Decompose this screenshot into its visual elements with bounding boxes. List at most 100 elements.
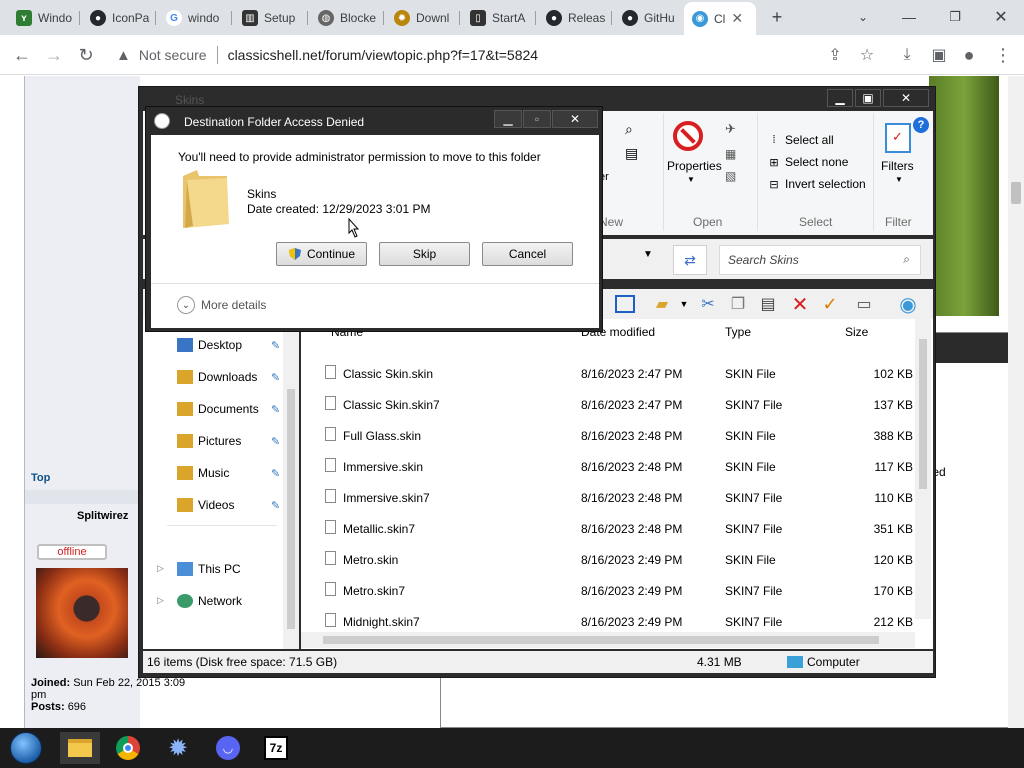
select-all-button[interactable]: ⁞ Select all xyxy=(767,133,833,147)
download-icon[interactable]: ⤓ xyxy=(896,44,918,66)
browser-tab[interactable]: G windo xyxy=(158,4,232,32)
file-row[interactable]: Immersive.skin 8/16/2023 2:48 PM SKIN Fi… xyxy=(301,452,913,483)
new-tab-button[interactable]: + xyxy=(766,6,788,28)
pin-icon: ✎ xyxy=(271,340,281,352)
file-row[interactable]: Classic Skin.skin7 8/16/2023 2:47 PM SKI… xyxy=(301,390,913,421)
column-type[interactable]: Type xyxy=(725,325,751,339)
nav-scrollbar[interactable] xyxy=(283,319,299,649)
nav-item-downloads[interactable]: Downloads xyxy=(177,367,257,387)
help-icon[interactable]: ? xyxy=(913,117,929,133)
browser-tab[interactable]: ◍ Blocke xyxy=(310,4,384,32)
file-icon xyxy=(325,520,336,534)
more-details-toggle[interactable]: ⌄ More details xyxy=(177,296,266,314)
browser-tab-active[interactable]: ◉ Cl ✕ xyxy=(684,2,756,35)
skip-button[interactable]: Skip xyxy=(379,242,470,266)
browser-tab[interactable]: ▯ StartA xyxy=(462,4,536,32)
explorer-minimize-button[interactable]: ▁ xyxy=(827,89,853,107)
history-icon[interactable]: ▧ xyxy=(725,169,736,183)
file-list-horizontal-scrollbar[interactable] xyxy=(301,632,915,648)
open-icon[interactable]: ✈ xyxy=(725,121,736,137)
continue-button[interactable]: Continue xyxy=(276,242,367,266)
file-row[interactable]: Full Glass.skin 8/16/2023 2:48 PM SKIN F… xyxy=(301,421,913,452)
nav-item-this-pc[interactable]: This PC xyxy=(177,559,241,579)
paste-icon[interactable]: ▤ xyxy=(757,293,779,315)
page-scrollbar[interactable] xyxy=(1008,76,1024,728)
poster-name[interactable]: Splitwirez xyxy=(77,510,128,522)
address-dropdown-icon[interactable]: ▼ xyxy=(643,249,653,260)
refresh-icon[interactable]: ⇄ xyxy=(673,245,707,275)
tab-search-chevron-icon[interactable]: ⌄ xyxy=(852,6,874,28)
select-none-button[interactable]: ⊞ Select none xyxy=(767,155,848,169)
start-orb-icon[interactable] xyxy=(6,732,46,764)
file-list-vertical-scrollbar[interactable] xyxy=(915,319,931,619)
view-pane-icon[interactable] xyxy=(615,295,635,313)
location-label: Computer xyxy=(807,655,860,669)
forward-arrow-icon[interactable]: → xyxy=(42,43,66,67)
explorer-close-button[interactable]: ✕ xyxy=(883,89,929,107)
file-explorer-taskbar-icon[interactable] xyxy=(60,732,100,764)
copy-icon[interactable]: ❐ xyxy=(727,293,749,315)
back-arrow-icon[interactable]: ← xyxy=(10,43,34,67)
nav-item-network[interactable]: Network xyxy=(177,591,242,611)
top-link[interactable]: Top xyxy=(31,472,50,484)
file-row[interactable]: Metro.skin 8/16/2023 2:49 PM SKIN File 1… xyxy=(301,545,913,576)
7zip-taskbar-icon[interactable]: 7z xyxy=(256,732,296,764)
menu-kebab-icon[interactable]: ⋮ xyxy=(992,44,1014,66)
nav-item-music[interactable]: Music xyxy=(177,463,229,483)
invert-selection-button[interactable]: ⊟ Invert selection xyxy=(767,177,865,191)
explorer-maximize-button[interactable]: ▣ xyxy=(855,89,881,107)
side-panel-icon[interactable]: ▣ xyxy=(928,44,950,66)
dialog-minimize-button[interactable]: ▁ xyxy=(494,110,522,128)
bookmark-star-icon[interactable]: ☆ xyxy=(856,44,878,66)
file-row[interactable]: Metro.skin7 8/16/2023 2:49 PM SKIN7 File… xyxy=(301,576,913,607)
column-size[interactable]: Size xyxy=(845,325,868,339)
filters-button[interactable]: Filters xyxy=(881,159,914,173)
close-tab-icon[interactable]: ✕ xyxy=(731,10,743,27)
pin-icon: ✎ xyxy=(271,468,281,480)
reload-icon[interactable]: ↻ xyxy=(74,43,98,67)
cut-icon[interactable]: ✂ xyxy=(697,293,719,315)
browser-tab[interactable]: ʏ Windo xyxy=(8,4,80,32)
search-icon[interactable]: ⌕ xyxy=(903,252,910,267)
cancel-button[interactable]: Cancel xyxy=(482,242,573,266)
search-input[interactable]: Search Skins ⌕ xyxy=(719,245,921,275)
file-row[interactable]: Classic Skin.skin 8/16/2023 2:47 PM SKIN… xyxy=(301,359,913,390)
minimize-button[interactable]: — xyxy=(898,6,920,28)
properties-button[interactable]: Properties xyxy=(667,159,722,173)
dialog-maximize-button[interactable]: ▫ xyxy=(523,110,551,128)
file-row[interactable]: Immersive.skin7 8/16/2023 2:48 PM SKIN7 … xyxy=(301,483,913,514)
magnifier-icon[interactable]: ⌕ xyxy=(625,121,633,138)
checkmark-icon[interactable]: ✓ xyxy=(819,293,841,315)
discord-taskbar-icon[interactable]: ◡ xyxy=(208,732,248,764)
warning-triangle-icon[interactable]: ▲ xyxy=(116,47,131,64)
file-icon xyxy=(325,427,336,441)
expand-chevron-icon[interactable]: ▷ xyxy=(157,563,164,574)
chrome-taskbar-icon[interactable] xyxy=(108,732,148,764)
nav-item-videos[interactable]: Videos xyxy=(177,495,234,515)
profile-avatar-icon[interactable]: ● xyxy=(958,44,980,66)
delete-icon[interactable]: ✕ xyxy=(789,293,811,316)
edit-icon[interactable]: ▦ xyxy=(725,147,736,161)
browser-tab[interactable]: ● IconPa xyxy=(82,4,156,32)
browser-tab[interactable]: ● Releas xyxy=(538,4,612,32)
browser-tab[interactable]: ▥ Setup xyxy=(234,4,308,32)
settings-taskbar-icon[interactable]: ✹ xyxy=(158,732,198,764)
nav-item-desktop[interactable]: Desktop xyxy=(177,335,242,355)
nav-item-pictures[interactable]: Pictures xyxy=(177,431,241,451)
browser-tab[interactable]: ✹ Downl xyxy=(386,4,460,32)
folder-check-icon[interactable]: ▰ xyxy=(651,293,673,315)
dropdown-icon[interactable]: ▼ xyxy=(673,293,695,315)
address-bar[interactable]: ▲ Not secure classicshell.net/forum/view… xyxy=(106,39,856,71)
share-icon[interactable]: ⇪ xyxy=(824,44,846,66)
paste-doc-icon[interactable]: ▤ xyxy=(625,145,638,162)
file-icon xyxy=(325,489,336,503)
rename-icon[interactable]: ▭ xyxy=(853,293,875,315)
restore-button[interactable]: ❐ xyxy=(944,6,966,28)
file-row[interactable]: Metallic.skin7 8/16/2023 2:48 PM SKIN7 F… xyxy=(301,514,913,545)
nav-item-documents[interactable]: Documents xyxy=(177,399,259,419)
shell-icon[interactable]: ◉ xyxy=(897,293,919,316)
dialog-close-button[interactable]: ✕ xyxy=(552,110,598,128)
expand-chevron-icon[interactable]: ▷ xyxy=(157,595,164,606)
close-window-button[interactable]: ✕ xyxy=(990,6,1012,28)
browser-tab[interactable]: ● GitHu xyxy=(614,4,684,32)
